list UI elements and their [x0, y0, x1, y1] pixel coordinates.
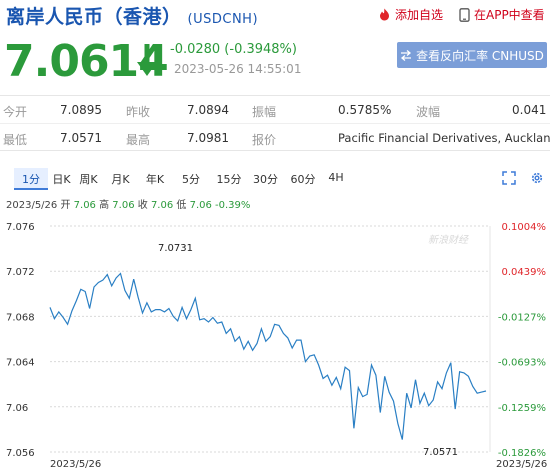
y-percent-label: -0.0693% [498, 358, 546, 369]
low-annotation: 7.0571 [423, 447, 458, 458]
tab-30min[interactable]: 30分 [247, 168, 284, 190]
header: 离岸人民币（香港） (USDCNH) 添加自选 在APP中查看 [0, 0, 550, 30]
tab-15min[interactable]: 15分 [211, 168, 247, 190]
x-label-end: 2023/5/26 [496, 459, 547, 470]
tab-4h[interactable]: 4H [322, 168, 350, 190]
stat-value-low: 7.0571 [60, 131, 102, 145]
expand-icon[interactable] [502, 170, 516, 189]
x-label-start: 2023/5/26 [50, 459, 101, 470]
add-watchlist-button[interactable]: 添加自选 [378, 6, 443, 23]
stat-label-amplitude: 振幅 [252, 105, 277, 119]
phone-icon [459, 7, 470, 22]
y-tick-label: 7.072 [6, 267, 35, 278]
view-in-app-label: 在APP中查看 [474, 8, 545, 22]
stat-value-volatility: 0.041 [512, 103, 547, 117]
stats-table: 今开 7.0895 昨收 7.0894 振幅 0.5785% 波幅 0.041 … [0, 95, 550, 151]
stat-label-quote-source: 报价 [252, 133, 277, 147]
y-tick-label: 7.064 [6, 358, 35, 369]
view-in-app-button[interactable]: 在APP中查看 [459, 6, 545, 23]
y-percent-label: -0.1259% [498, 403, 546, 414]
price-change: -0.0280 (-0.3948%) [170, 42, 297, 57]
y-tick-label: 7.076 [6, 222, 35, 233]
ohlc-info: 2023/5/26 开 7.06 高 7.06 收 7.06 低 7.06 -0… [6, 196, 250, 211]
tab-60min[interactable]: 60分 [284, 168, 322, 190]
reverse-rate-label: 查看反向汇率 CNHUSD [416, 48, 544, 63]
tab-yearly[interactable]: 年K [139, 168, 171, 190]
symbol-label: (USDCNH) [187, 12, 259, 27]
price-series [49, 272, 487, 440]
tab-weekly[interactable]: 周K [75, 168, 102, 190]
period-tabs: 1分 日K 周K 月K 年K 5分 15分 30分 60分 4H [14, 168, 350, 190]
down-arrow-icon [136, 42, 158, 82]
y-percent-label: 0.0439% [502, 267, 547, 278]
stats-row: 今开 7.0895 昨收 7.0894 振幅 0.5785% 波幅 0.041 [0, 96, 550, 124]
stat-label-volatility: 波幅 [416, 105, 441, 119]
stat-value-open: 7.0895 [60, 103, 102, 117]
stat-value-amplitude: 0.5785% [338, 103, 392, 117]
intraday-line-chart[interactable]: 7.076 7.072 7.068 7.064 7.06 7.056 0.1004% 0.0… [0, 210, 550, 470]
flame-icon [378, 8, 391, 21]
watermark: 新浪财经 [428, 234, 469, 246]
y-axis-labels: 7.076 7.072 7.068 7.064 7.06 7.056 [6, 222, 35, 459]
tab-daily[interactable]: 日K [48, 168, 75, 190]
stat-label-low: 最低 [3, 133, 28, 147]
page-title: 离岸人民币（香港） (USDCNH) [6, 2, 258, 29]
title-text: 离岸人民币（香港） [6, 6, 182, 28]
y-percent-label: 0.1004% [502, 222, 547, 233]
stat-label-open: 今开 [3, 105, 28, 119]
y-axis-percent-labels: 0.1004% 0.0439% -0.0127% -0.0693% -0.1259% -0… [498, 222, 546, 459]
swap-icon [400, 49, 412, 61]
stat-label-high: 最高 [126, 133, 151, 147]
tab-5min[interactable]: 5分 [171, 168, 211, 190]
y-percent-label: -0.1826% [498, 448, 546, 459]
price-line [49, 272, 487, 440]
gear-icon[interactable] [530, 170, 544, 189]
reverse-rate-button[interactable]: 查看反向汇率 CNHUSD [397, 42, 547, 68]
stat-value-high: 7.0981 [187, 131, 229, 145]
y-percent-label: -0.0127% [498, 312, 546, 323]
stat-label-prev-close: 昨收 [126, 105, 151, 119]
high-annotation: 7.0731 [158, 243, 193, 254]
add-watchlist-label: 添加自选 [395, 8, 444, 22]
y-tick-label: 7.056 [6, 448, 35, 459]
tab-monthly[interactable]: 月K [102, 168, 139, 190]
quote-timestamp: 2023-05-26 14:55:01 [174, 62, 302, 76]
stats-row: 最低 7.0571 最高 7.0981 报价 Pacific Financial… [0, 124, 550, 152]
chart-grid [50, 225, 491, 453]
stat-value-prev-close: 7.0894 [187, 103, 229, 117]
y-tick-label: 7.068 [6, 312, 35, 323]
stat-value-quote-source: Pacific Financial Derivatives, Auckland [338, 131, 550, 145]
tab-1min[interactable]: 1分 [14, 168, 48, 190]
y-tick-label: 7.06 [6, 403, 28, 414]
